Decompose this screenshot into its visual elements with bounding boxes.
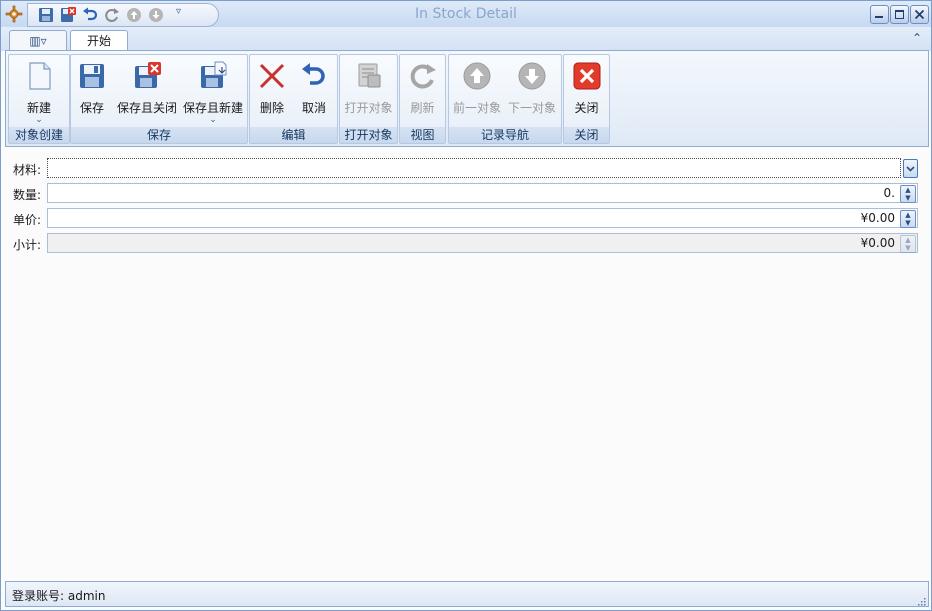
quantity-row: 数量: 0. ▲ ▼ xyxy=(1,183,931,205)
group-open: 打开对象 打开对象 xyxy=(339,54,398,144)
quantity-spinner[interactable]: ▲ ▼ xyxy=(900,185,916,203)
window-title: In Stock Detail xyxy=(415,6,517,22)
chevron-down-icon: ⌄ xyxy=(209,115,217,125)
save-and-close-label: 保存且关闭 xyxy=(116,101,177,115)
unit-price-spinner[interactable]: ▲ ▼ xyxy=(900,210,916,228)
group-save-label: 保存 xyxy=(71,127,247,143)
subtotal-row: 小计: ¥0.00 ▲ ▼ xyxy=(1,233,931,255)
tab-view-menu[interactable]: ▥▿ xyxy=(9,30,67,51)
save-label: 保存 xyxy=(79,101,104,115)
quantity-field[interactable]: 0. ▲ ▼ xyxy=(47,183,918,203)
next-object-button[interactable]: 下一对象 xyxy=(506,59,558,121)
group-create-label: 对象创建 xyxy=(9,127,69,143)
material-dropdown-button[interactable] xyxy=(903,159,918,178)
new-label: 新建 xyxy=(26,101,51,115)
material-label: 材料: xyxy=(13,163,42,177)
save-icon xyxy=(80,64,104,88)
group-edit: 删除 取消 编辑 xyxy=(249,54,338,144)
open-object-label: 打开对象 xyxy=(344,101,393,115)
save-and-new-button[interactable]: 保存且新建 ⌄ xyxy=(181,59,245,125)
refresh-label: 刷新 xyxy=(410,101,435,115)
unit-price-label: 单价: xyxy=(13,213,42,227)
cancel-button[interactable]: 取消 xyxy=(296,59,332,121)
save-new-icon xyxy=(201,61,227,88)
subtotal-value: ¥0.00 xyxy=(860,236,895,250)
refresh-icon xyxy=(410,64,436,89)
open-object-button[interactable]: 打开对象 xyxy=(341,59,396,121)
save-and-close-button[interactable]: 保存且关闭 xyxy=(115,59,179,121)
undo-icon xyxy=(302,63,325,85)
group-close: 关闭 关闭 xyxy=(563,54,610,144)
maximize-button[interactable] xyxy=(890,5,909,24)
group-open-label: 打开对象 xyxy=(340,127,397,143)
unit-price-field[interactable]: ¥0.00 ▲ ▼ xyxy=(47,208,918,228)
new-document-icon xyxy=(29,62,51,90)
material-row: 材料: xyxy=(1,158,931,180)
delete-label: 删除 xyxy=(259,101,284,115)
ribbon-tab-row: ▥▿ 开始 ⌃ xyxy=(1,27,931,52)
unit-price-row: 单价: ¥0.00 ▲ ▼ xyxy=(1,208,931,230)
ribbon: 新建 ⌄ 对象创建 保存 保存且关闭 保存且新建 ⌄ 保存 删除 取消 编辑 打… xyxy=(5,50,929,147)
resize-grip-icon[interactable] xyxy=(916,595,926,606)
previous-object-label: 前一对象 xyxy=(452,101,501,115)
group-save: 保存 保存且关闭 保存且新建 ⌄ 保存 xyxy=(70,54,248,144)
ribbon-collapse-icon[interactable]: ⌃ xyxy=(912,31,922,45)
minimize-icon xyxy=(875,16,883,18)
save-button[interactable]: 保存 xyxy=(75,59,109,121)
unit-price-value: ¥0.00 xyxy=(860,211,895,225)
close-icon xyxy=(914,9,925,20)
material-field[interactable] xyxy=(47,158,901,178)
group-navigation: 前一对象 下一对象 记录导航 xyxy=(448,54,562,144)
arrow-up-icon xyxy=(463,62,491,90)
subtotal-spinner: ▲ ▼ xyxy=(900,235,916,253)
close-window-button[interactable] xyxy=(910,5,929,24)
open-object-icon xyxy=(358,63,380,88)
refresh-button[interactable]: 刷新 xyxy=(402,59,443,121)
group-create: 新建 ⌄ 对象创建 xyxy=(8,54,70,144)
subtotal-label: 小计: xyxy=(13,238,42,252)
close-button[interactable]: 关闭 xyxy=(566,59,607,121)
main-window: ▿ In Stock Detail ▥▿ 开始 ⌃ 新建 ⌄ 对象创建 保存 保… xyxy=(0,0,932,611)
previous-object-button[interactable]: 前一对象 xyxy=(451,59,503,121)
close-icon xyxy=(573,62,600,90)
chevron-down-icon xyxy=(906,166,915,172)
title-bar: ▿ In Stock Detail xyxy=(1,1,931,27)
subtotal-field: ¥0.00 ▲ ▼ xyxy=(47,233,918,253)
next-object-label: 下一对象 xyxy=(507,101,556,115)
group-navigation-label: 记录导航 xyxy=(449,127,561,143)
group-edit-label: 编辑 xyxy=(250,127,337,143)
maximize-icon xyxy=(895,10,904,19)
tab-start[interactable]: 开始 xyxy=(70,30,128,52)
quantity-value: 0. xyxy=(883,186,895,200)
arrow-down-icon xyxy=(518,62,546,90)
chevron-down-icon: ⌄ xyxy=(35,115,43,125)
quantity-label: 数量: xyxy=(13,188,42,202)
login-account-text: 登录账号: admin xyxy=(12,589,106,603)
status-bar: 登录账号: admin xyxy=(5,581,929,607)
group-view-label: 视图 xyxy=(400,127,445,143)
minimize-button[interactable] xyxy=(870,5,889,24)
group-close-label: 关闭 xyxy=(564,127,609,143)
delete-button[interactable]: 删除 xyxy=(254,59,290,121)
save-close-icon xyxy=(135,62,161,88)
group-view: 刷新 视图 xyxy=(399,54,446,144)
close-label: 关闭 xyxy=(574,101,599,115)
save-and-new-label: 保存且新建 xyxy=(182,101,243,115)
delete-icon xyxy=(259,63,285,89)
cancel-label: 取消 xyxy=(301,101,326,115)
new-button[interactable]: 新建 ⌄ xyxy=(11,59,67,125)
